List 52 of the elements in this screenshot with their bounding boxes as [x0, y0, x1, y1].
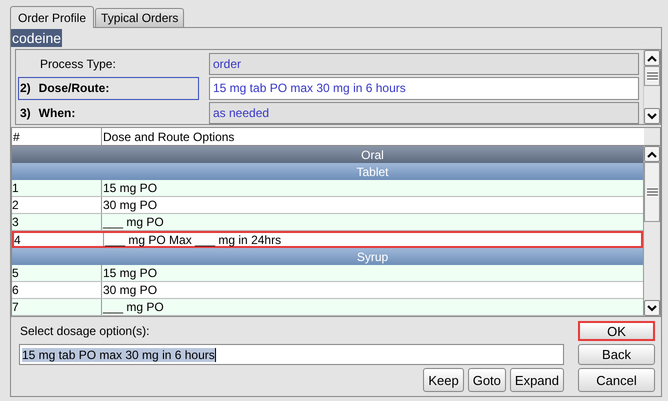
tab[interactable]: Order Profile [10, 6, 94, 28]
scroll-down-icon[interactable] [644, 108, 660, 124]
option-row[interactable]: 1 15 mg PO [12, 180, 643, 197]
back-button[interactable]: Back [578, 344, 655, 365]
option-row[interactable]: 7 ___ mg PO [12, 299, 643, 316]
selection-field[interactable]: 15 mg tab PO max 30 mg in 6 hours [19, 344, 564, 365]
table-cell: 6 [12, 282, 102, 298]
field-label[interactable]: 3) When: [18, 102, 199, 124]
table-cell: 5 [12, 265, 102, 281]
scroll-up-icon[interactable] [644, 50, 660, 66]
action-button[interactable]: Keep [423, 368, 464, 392]
field-value[interactable]: order [209, 53, 639, 76]
table-cell: 2 [12, 197, 102, 213]
scroll-thumb[interactable] [644, 162, 660, 222]
tab[interactable]: Typical Orders [95, 8, 184, 27]
table-cell: 4 [14, 233, 104, 246]
option-row[interactable]: 3 ___ mg PO [12, 214, 643, 231]
header-corner [644, 128, 660, 145]
table-cell: 1 [12, 180, 102, 196]
action-button[interactable]: Expand [510, 368, 564, 392]
table-cell: 7 [12, 299, 102, 315]
drug-name: codeine [11, 29, 62, 47]
option-row[interactable]: 6 30 mg PO [12, 282, 643, 299]
column-header[interactable]: Dose and Route Options [102, 128, 644, 145]
field-label[interactable]: Process Type: [18, 53, 199, 76]
field-value[interactable]: as needed [209, 102, 639, 124]
table-cell-text: 15 mg PO [102, 265, 158, 281]
field-value[interactable]: 15 mg tab PO max 30 mg in 6 hours [209, 77, 639, 100]
group-header: Syrup [12, 248, 643, 265]
table-cell-text: 30 mg PO [102, 197, 158, 213]
table-cell-text: ___ mg PO [102, 299, 165, 315]
ok-button[interactable]: OK [578, 321, 655, 341]
column-header[interactable]: # [12, 128, 102, 145]
table-cell-text: 30 mg PO [102, 282, 158, 298]
group-header: Oral [12, 146, 643, 163]
scroll-up-icon[interactable] [644, 146, 660, 162]
prompt-label: Select dosage option(s): [19, 324, 150, 338]
scroll-thumb[interactable] [644, 66, 660, 86]
group-header: Tablet [12, 163, 643, 180]
table-cell-text: ___ mg PO Max ___ mg in 24hrs [104, 233, 282, 246]
cancel-button[interactable]: Cancel [578, 368, 655, 392]
field-label[interactable]: 2) Dose/Route: [18, 77, 199, 100]
action-button[interactable]: Goto [468, 368, 506, 392]
table-cell-text: 15 mg PO [102, 180, 158, 196]
scrollbar[interactable] [643, 50, 660, 124]
table-cell: 3 [12, 214, 102, 230]
scroll-down-icon[interactable] [644, 300, 660, 316]
scrollbar[interactable] [643, 146, 660, 316]
option-row[interactable]: 5 15 mg PO [12, 265, 643, 282]
option-row[interactable]: 2 30 mg PO [12, 197, 643, 214]
option-row[interactable]: 4 ___ mg PO Max ___ mg in 24hrs [12, 231, 643, 248]
table-cell-text: ___ mg PO [102, 214, 165, 230]
